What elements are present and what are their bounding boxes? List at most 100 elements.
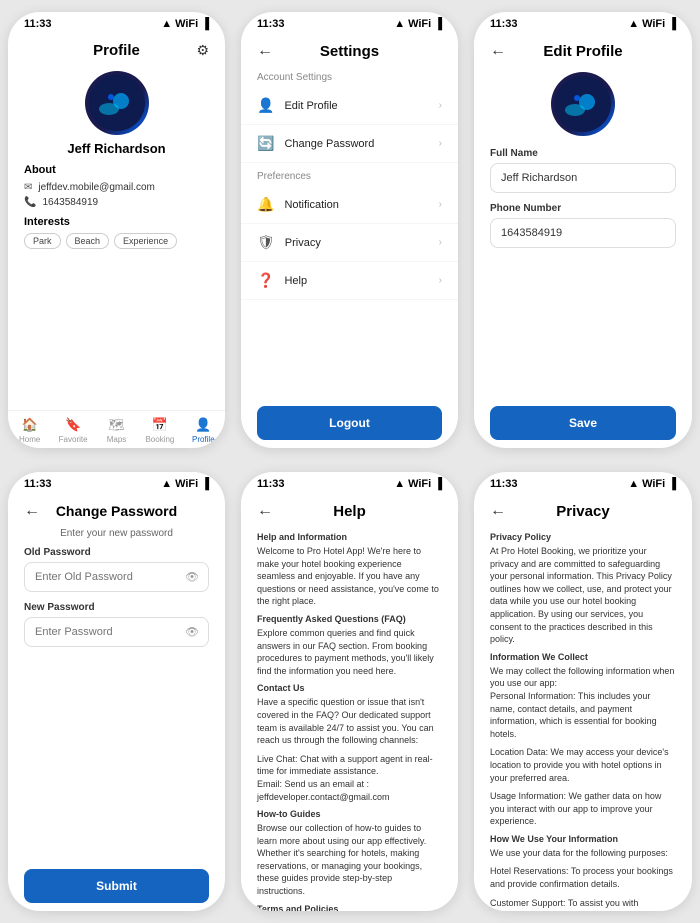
nav-maps[interactable]: 🗺 Maps (95, 417, 138, 444)
tag-beach: Beach (66, 233, 110, 249)
save-button[interactable]: Save (490, 406, 676, 440)
help-section-2-title: Contact Us (257, 683, 442, 693)
bottom-nav: 🏠 Home 🔖 Favorite 🗺 Maps 📅 Booking 👤 Pro… (8, 410, 225, 448)
change-password-item[interactable]: 🔄 Change Password › (241, 125, 458, 163)
notification-item[interactable]: 🔔 Notification › (241, 186, 458, 224)
time: 11:33 (24, 478, 52, 490)
submit-button[interactable]: Submit (24, 869, 209, 903)
signal-icon: ▲ (628, 478, 639, 490)
nav-profile[interactable]: 👤 Profile (182, 417, 225, 444)
edit-avatar-container (474, 72, 692, 136)
wifi-icon: WiFi (642, 18, 665, 30)
privacy-section-0-title: Privacy Policy (490, 532, 676, 542)
status-icons: ▲ WiFi ▐ (161, 18, 209, 30)
chevron-right-icon5: › (439, 275, 442, 286)
new-password-label: New Password (24, 602, 209, 613)
profile-screen: 11:33 ▲ WiFi ▐ Profile ⚙ Jeff Richardson… (8, 12, 225, 448)
change-password-title: Change Password (48, 503, 185, 519)
gear-icon[interactable]: ⚙ (196, 42, 209, 59)
back-arrow[interactable]: ← (490, 502, 506, 520)
back-arrow[interactable]: ← (490, 42, 506, 60)
nav-booking[interactable]: 📅 Booking (138, 417, 181, 444)
nav-favorite[interactable]: 🔖 Favorite (51, 417, 94, 444)
status-bar: 11:33 ▲ WiFi ▐ (241, 472, 458, 494)
time: 11:33 (490, 478, 518, 490)
help-section-4-title: How-to Guides (257, 809, 442, 819)
nav-home[interactable]: 🏠 Home (8, 417, 51, 444)
help-section-2-text: Have a specific question or issue that i… (257, 696, 442, 746)
signal-icon: ▲ (161, 18, 172, 30)
eye-icon2[interactable]: 👁 (185, 626, 199, 639)
privacy-section-6-text: Customer Support: To assist you with inq… (490, 897, 676, 911)
privacy-label: Privacy (285, 237, 439, 249)
privacy-section-0-text: At Pro Hotel Booking, we prioritize your… (490, 545, 676, 646)
battery-icon: ▐ (434, 18, 442, 30)
phone-input[interactable] (490, 218, 676, 248)
status-icons: ▲ WiFi ▐ (628, 478, 676, 490)
privacy-item[interactable]: 🛡 Privacy › (241, 224, 458, 262)
back-arrow[interactable]: ← (24, 502, 40, 520)
battery-icon: ▐ (668, 478, 676, 490)
back-arrow[interactable]: ← (257, 502, 273, 520)
privacy-content: Privacy Policy At Pro Hotel Booking, we … (474, 524, 692, 911)
nav-profile-label: Profile (192, 435, 215, 444)
privacy-header: ← Privacy (474, 494, 692, 524)
help-section-4-text: Browse our collection of how-to guides t… (257, 822, 442, 898)
new-password-input[interactable] (24, 617, 209, 647)
help-section-1-title: Frequently Asked Questions (FAQ) (257, 614, 442, 624)
tag-experience: Experience (114, 233, 177, 249)
avatar-container (8, 71, 225, 135)
edit-profile-label: Edit Profile (284, 100, 438, 112)
settings-screen: 11:33 ▲ WiFi ▐ ← Settings Account Settin… (241, 12, 458, 448)
nav-maps-label: Maps (107, 435, 127, 444)
privacy-section-1-text: We may collect the following information… (490, 665, 676, 741)
signal-icon: ▲ (394, 478, 405, 490)
nav-favorite-label: Favorite (59, 435, 88, 444)
time: 11:33 (24, 18, 52, 30)
logout-button[interactable]: Logout (257, 406, 442, 440)
edit-header: ← Edit Profile (474, 34, 692, 64)
full-name-group: Full Name (474, 148, 692, 193)
status-bar: 11:33 ▲ WiFi ▐ (241, 12, 458, 34)
wifi-icon: WiFi (175, 18, 198, 30)
privacy-section-5-text: Hotel Reservations: To process your book… (490, 865, 676, 890)
user-name: Jeff Richardson (8, 141, 225, 156)
profile-header: Profile ⚙ (8, 34, 225, 63)
help-item[interactable]: ❓ Help › (241, 262, 458, 300)
change-password-label: Change Password (284, 138, 438, 150)
status-bar: 11:33 ▲ WiFi ▐ (8, 12, 225, 34)
time: 11:33 (490, 18, 518, 30)
wifi-icon: WiFi (408, 18, 431, 30)
edit-profile-icon: 👤 (257, 97, 274, 114)
avatar (85, 71, 149, 135)
privacy-section-2-text: Location Data: We may access your device… (490, 746, 676, 784)
help-section-3-text: Live Chat: Chat with a support agent in … (257, 753, 442, 803)
wifi-icon: WiFi (175, 478, 198, 490)
status-icons: ▲ WiFi ▐ (394, 18, 442, 30)
wifi-icon: WiFi (408, 478, 431, 490)
edit-profile-item[interactable]: 👤 Edit Profile › (241, 87, 458, 125)
nav-home-label: Home (19, 435, 40, 444)
old-password-input[interactable] (24, 562, 209, 592)
maps-icon: 🗺 (108, 417, 125, 433)
help-section-5-title: Terms and Policies (257, 904, 442, 911)
edit-avatar (551, 72, 615, 136)
profile-title: Profile (93, 42, 140, 59)
privacy-section-1-title: Information We Collect (490, 652, 676, 662)
battery-icon: ▐ (201, 478, 209, 490)
tag-park: Park (24, 233, 61, 249)
full-name-input[interactable] (490, 163, 676, 193)
email-value: jeffdev.mobile@gmail.com (38, 182, 155, 193)
phone-label: Phone Number (490, 203, 676, 214)
signal-icon: ▲ (394, 18, 405, 30)
account-section-label: Account Settings (241, 64, 458, 87)
privacy-icon: 🛡 (257, 234, 275, 251)
settings-title: Settings (281, 43, 418, 60)
phone-group: Phone Number (474, 203, 692, 248)
battery-icon: ▐ (201, 18, 209, 30)
eye-icon[interactable]: 👁 (185, 571, 199, 584)
back-arrow[interactable]: ← (257, 42, 273, 60)
email-row: ✉ jeffdev.mobile@gmail.com (8, 180, 225, 195)
edit-profile-title: Edit Profile (514, 43, 652, 60)
signal-icon: ▲ (161, 478, 172, 490)
